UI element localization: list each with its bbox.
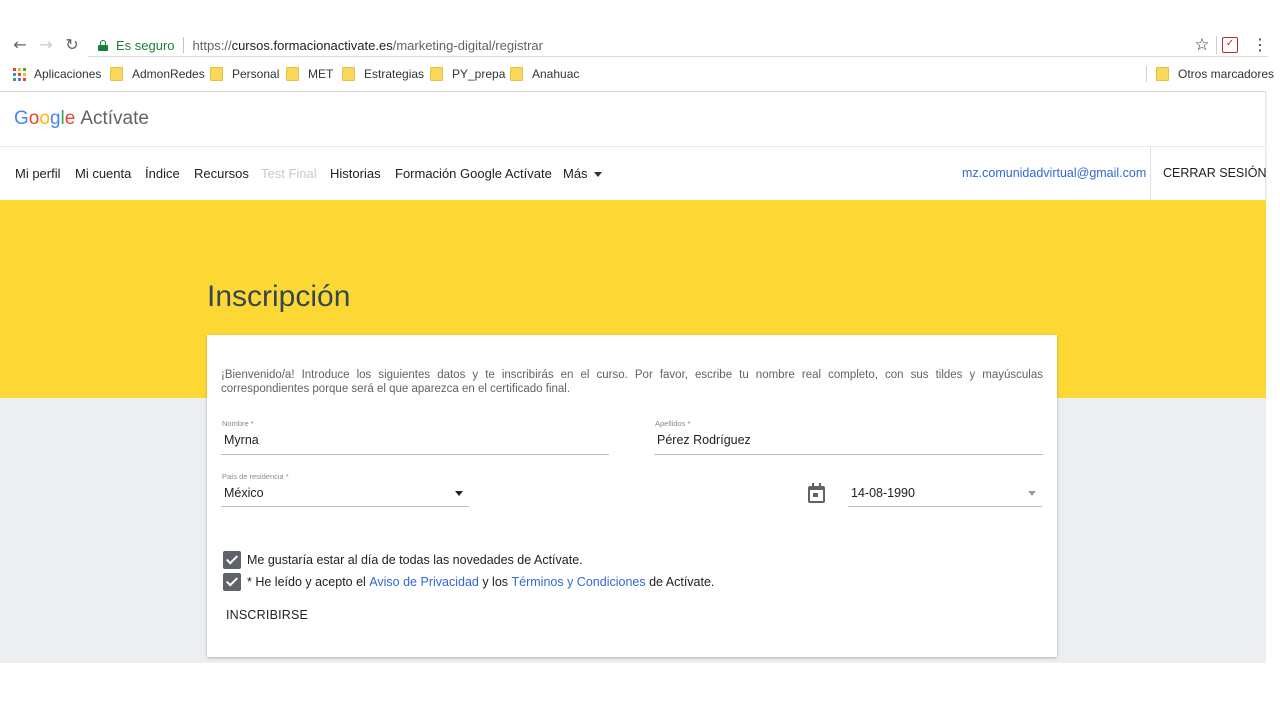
extension-icon[interactable]: ✓ — [1222, 37, 1238, 53]
country-select[interactable]: País de residencia * México — [221, 472, 469, 507]
surname-input[interactable]: Pérez Rodríguez — [657, 433, 1027, 447]
newsletter-checkbox[interactable] — [223, 551, 241, 569]
bookmark-label: Personal — [232, 67, 280, 81]
back-icon[interactable]: ← — [10, 34, 30, 56]
privacy-link[interactable]: Aviso de Privacidad — [369, 575, 479, 589]
nav-indice[interactable]: Índice — [145, 147, 180, 200]
bookmark-folder-estrategias[interactable]: Estrategias — [342, 64, 424, 84]
folder-icon — [110, 67, 123, 81]
submit-button[interactable]: INSCRIBIRSE — [226, 608, 308, 622]
bookmark-folder-met[interactable]: MET — [286, 64, 333, 84]
toolbar-separator — [1216, 36, 1217, 54]
surname-label: Apellidos * — [655, 419, 691, 428]
bookmark-apps[interactable]: Aplicaciones — [13, 64, 101, 84]
field-underline — [654, 454, 1043, 455]
bookmark-folder-anahuac[interactable]: Anahuac — [510, 64, 579, 84]
surname-field[interactable]: Apellidos * Pérez Rodríguez — [654, 419, 1043, 455]
folder-icon — [510, 67, 523, 81]
terms-suffix: de Actívate. — [645, 575, 715, 589]
site-logo[interactable]: Google Actívate — [14, 108, 149, 130]
main-nav: Mi perfil Mi cuenta Índice Recursos Test… — [0, 147, 1267, 200]
nav-mas-label: Más — [563, 166, 588, 181]
folder-icon — [430, 67, 443, 81]
url-separator — [182, 37, 184, 53]
nav-recursos[interactable]: Recursos — [194, 147, 249, 200]
lock-icon — [98, 39, 108, 51]
logo-letter: o — [39, 108, 50, 129]
logout-button[interactable]: CERRAR SESIÓN — [1163, 147, 1267, 200]
logo-product: Actívate — [80, 108, 149, 129]
user-email[interactable]: mz.comunidadvirtual@gmail.com — [962, 147, 1146, 200]
dropdown-arrow-icon — [455, 491, 463, 496]
reload-icon[interactable]: ↻ — [62, 34, 82, 56]
bookmark-label: AdmonRedes — [132, 67, 205, 81]
country-value: México — [224, 486, 264, 500]
logout-separator — [1150, 147, 1151, 200]
forward-icon: → — [39, 35, 53, 54]
field-underline — [221, 506, 469, 507]
nav-mi-perfil[interactable]: Mi perfil — [15, 147, 61, 200]
newsletter-option: Me gustaría estar al día de todas las no… — [223, 551, 583, 569]
url-host: cursos.formacionactivate.es — [231, 37, 393, 53]
bookmark-label: Otros marcadores — [1178, 67, 1275, 81]
bookmarks-separator — [1146, 66, 1147, 82]
address-bar-underline — [88, 56, 1268, 57]
url-path: /marketing-digital/registrar — [392, 37, 543, 53]
folder-icon — [286, 67, 299, 81]
name-input[interactable]: Myrna — [224, 433, 593, 447]
terms-prefix: * He leído y acepto el — [247, 575, 370, 589]
name-label: Nombre * — [222, 419, 254, 428]
intro-text: ¡Bienvenido/a! Introduce los siguientes … — [221, 369, 1043, 395]
name-field[interactable]: Nombre * Myrna — [221, 419, 609, 455]
bookmark-folder-py-prepa[interactable]: PY_prepa — [430, 64, 505, 84]
bookmark-label: Aplicaciones — [34, 67, 102, 81]
bookmark-folder-admonredes[interactable]: AdmonRedes — [110, 64, 205, 84]
page-title: Inscripción — [207, 280, 351, 313]
conditions-link[interactable]: Términos y Condiciones — [512, 575, 646, 589]
logo-letter: G — [14, 108, 29, 129]
terms-option: * He leído y acepto el Aviso de Privacid… — [223, 573, 714, 591]
dropdown-arrow-icon — [1028, 491, 1036, 496]
birthdate-field[interactable]: 14-08-1990 — [848, 472, 1042, 507]
field-underline — [221, 454, 609, 455]
bookmarks-bar: Aplicaciones AdmonRedes Personal MET Est… — [0, 64, 1280, 84]
apps-icon — [13, 67, 26, 81]
logo-letter: o — [28, 108, 40, 129]
nav-mi-cuenta[interactable]: Mi cuenta — [75, 147, 131, 200]
bookmark-folder-personal[interactable]: Personal — [210, 64, 279, 84]
bookmark-label: Estrategias — [364, 67, 425, 81]
address-bar[interactable]: Es seguro https://cursos.formacionactiva… — [88, 34, 543, 56]
nav-historias[interactable]: Historias — [330, 147, 381, 200]
terms-middle: y los — [478, 575, 512, 589]
terms-checkbox[interactable] — [223, 573, 241, 591]
site-header: Google Actívate Mi perfil Mi cuenta Índic… — [0, 92, 1267, 200]
country-label: País de residencia * — [222, 472, 289, 481]
bookmark-label: Anahuac — [532, 67, 580, 81]
secure-label: Es seguro — [116, 37, 175, 53]
folder-icon — [1156, 67, 1169, 81]
bookmark-other[interactable]: Otros marcadores — [1156, 64, 1274, 84]
url-scheme: https:// — [192, 37, 232, 53]
field-underline — [848, 506, 1042, 507]
nav-test-final: Test Final — [261, 166, 317, 181]
calendar-icon[interactable] — [808, 483, 825, 503]
bookmark-label: PY_prepa — [452, 67, 506, 81]
bookmark-label: MET — [308, 67, 334, 81]
caret-down-icon — [593, 172, 602, 178]
star-icon[interactable]: ☆ — [1192, 34, 1212, 56]
chrome-menu-icon[interactable]: ⋮ — [1252, 34, 1268, 56]
url-text[interactable]: https://cursos.formacionactivate.es/mark… — [193, 38, 543, 53]
logo-letter: e — [64, 108, 76, 129]
newsletter-label: Me gustaría estar al día de todas las no… — [247, 553, 583, 567]
folder-icon — [342, 67, 355, 81]
nav-mas-dropdown[interactable]: Más — [563, 147, 602, 200]
nav-formacion[interactable]: Formación Google Actívate — [395, 147, 552, 200]
address-bar-row: ← → ↻ Es seguro https://cursos.formacion… — [0, 34, 1280, 56]
registration-card: ¡Bienvenido/a! Introduce los siguientes … — [207, 335, 1057, 657]
birthdate-value: 14-08-1990 — [851, 486, 915, 500]
folder-icon — [210, 67, 223, 81]
logo-letter: g — [49, 108, 61, 129]
browser-chrome: ← → ↻ Es seguro https://cursos.formacion… — [0, 0, 1280, 92]
